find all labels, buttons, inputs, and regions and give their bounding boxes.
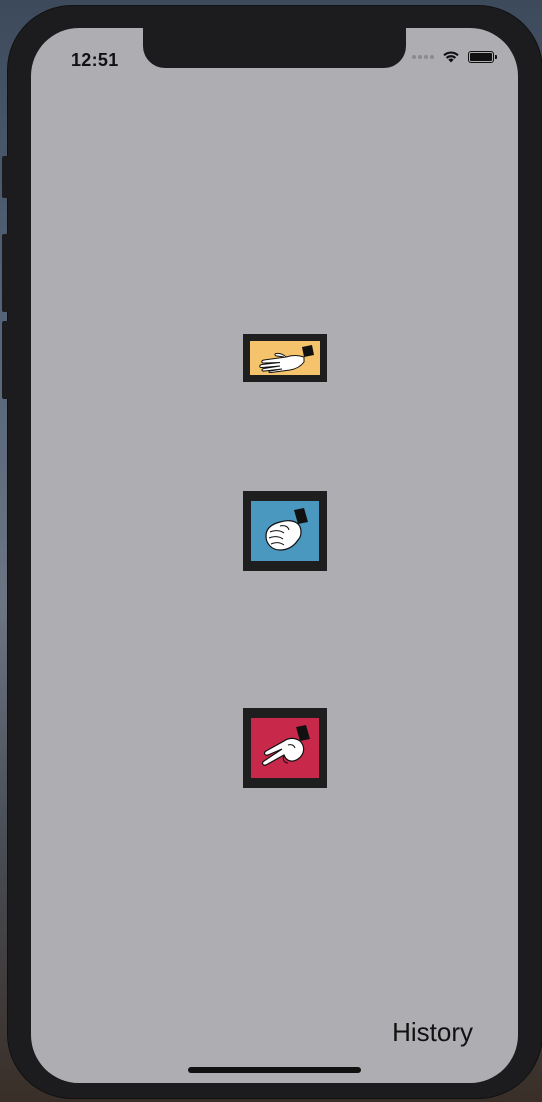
paper-card: [250, 341, 320, 375]
phone-screen: 12:51 History: [31, 28, 518, 1083]
volume-down-button: [2, 321, 10, 399]
scissors-choice-button[interactable]: [243, 708, 327, 788]
signal-dots-icon: [412, 54, 434, 59]
history-button[interactable]: History: [392, 1017, 473, 1048]
rock-choice-button[interactable]: [243, 491, 327, 571]
wifi-icon: [443, 51, 459, 63]
scissors-card: [251, 718, 319, 778]
rock-card: [251, 501, 319, 561]
status-time: 12:51: [71, 50, 119, 70]
mute-switch: [2, 156, 10, 198]
status-icons: [412, 50, 497, 63]
open-hand-icon: [259, 345, 314, 373]
paper-choice-button[interactable]: [243, 334, 327, 382]
notch: [143, 28, 406, 68]
volume-up-button: [2, 234, 10, 312]
two-fingers-hand-icon: [261, 725, 310, 766]
home-indicator[interactable]: [188, 1067, 361, 1073]
fist-icon: [265, 508, 308, 551]
battery-icon: [468, 50, 497, 63]
